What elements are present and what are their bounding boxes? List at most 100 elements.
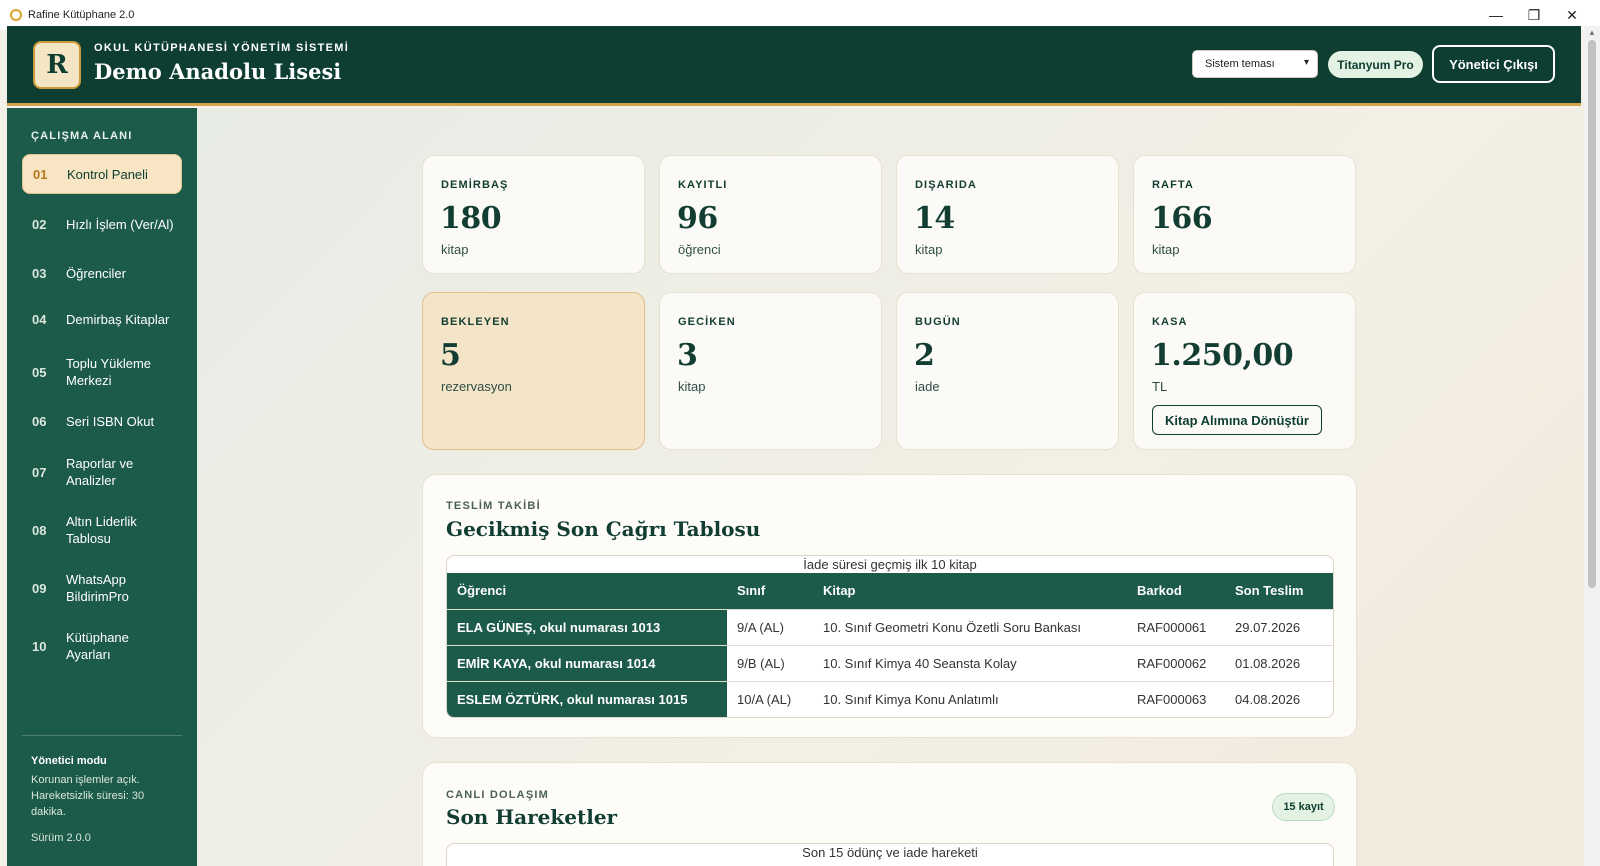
- sidebar-item-kontrol-paneli[interactable]: 01 Kontrol Paneli: [22, 154, 182, 194]
- cell-due-date: 29.07.2026: [1225, 608, 1333, 645]
- recent-eyebrow: CANLI DOLAŞIM: [446, 789, 549, 801]
- logo: R: [33, 41, 81, 89]
- sidebar-item-label: Hızlı İşlem (Ver/Al): [66, 216, 174, 232]
- sidebar-item-toplu-yukleme[interactable]: 05 Toplu Yükleme Merkezi: [22, 350, 182, 394]
- stat-label: RAFTA: [1152, 179, 1194, 191]
- theme-select[interactable]: Sistem teması ▾: [1192, 50, 1318, 78]
- admin-mode-note: Korunan işlemler açık. Hareketsizlik sür…: [31, 774, 145, 818]
- cell-barcode: RAF000062: [1127, 644, 1225, 681]
- sidebar-item-demirbas-kitaplar[interactable]: 04 Demirbaş Kitaplar: [22, 304, 182, 334]
- table-row[interactable]: ELA GÜNEŞ, okul numarası 1013 9/A (AL) 1…: [447, 608, 1333, 645]
- scroll-up-icon[interactable]: ▲: [1588, 28, 1596, 37]
- stat-value: 180: [440, 201, 502, 236]
- sidebar-item-whatsapp[interactable]: 09 WhatsApp BildirimPro: [22, 566, 182, 610]
- stat-unit: rezervasyon: [441, 379, 512, 394]
- cell-class: 9/A (AL): [727, 608, 813, 645]
- column-header-son-teslim[interactable]: Son Teslim: [1225, 573, 1333, 609]
- sidebar-item-hizli-islem[interactable]: 02 Hızlı İşlem (Ver/Al): [22, 202, 182, 246]
- column-header-kitap[interactable]: Kitap: [813, 573, 1127, 609]
- app-header: R OKUL KÜTÜPHANESİ YÖNETİM SİSTEMİ Demo …: [7, 26, 1581, 106]
- sidebar-item-number: 10: [32, 638, 47, 654]
- stat-label: KAYITLI: [678, 179, 728, 191]
- theme-select-value: Sistem teması: [1205, 58, 1275, 70]
- sidebar: ÇALIŞMA ALANI 01 Kontrol Paneli 02 Hızlı…: [7, 108, 197, 866]
- main-content: DEMİRBAŞ 180 kitap KAYITLI 96 öğrenci DI…: [197, 108, 1584, 866]
- sidebar-item-label: Toplu Yükleme Merkezi: [66, 356, 152, 388]
- sidebar-item-seri-isbn[interactable]: 06 Seri ISBN Okut: [22, 406, 182, 436]
- recent-caption: Son 15 ödünç ve iade hareketi: [802, 845, 978, 860]
- table-row[interactable]: ESLEM ÖZTÜRK, okul numarası 1015 10/A (A…: [447, 680, 1333, 717]
- cell-due-date: 04.08.2026: [1225, 680, 1333, 717]
- cell-barcode: RAF000061: [1127, 608, 1225, 645]
- license-badge: Titanyum Pro: [1328, 51, 1423, 78]
- sidebar-item-number: 06: [32, 413, 47, 429]
- window-title: Rafine Kütüphane 2.0: [28, 9, 135, 21]
- overdue-caption: İade süresi geçmiş ilk 10 kitap: [803, 557, 977, 572]
- stat-value: 2: [914, 338, 935, 373]
- school-name: Demo Anadolu Lisesi: [94, 59, 342, 84]
- stat-card-kayitli: KAYITLI 96 öğrenci: [659, 155, 882, 274]
- scrollbar-thumb[interactable]: [1588, 40, 1596, 588]
- sidebar-item-liderlik[interactable]: 08 Altın Liderlik Tablosu: [22, 508, 182, 552]
- app-icon: [10, 9, 22, 21]
- stat-label: KASA: [1152, 316, 1188, 328]
- sidebar-item-number: 04: [32, 311, 47, 327]
- sidebar-item-ayarlar[interactable]: 10 Kütüphane Ayarları: [22, 624, 182, 668]
- stat-value: 14: [914, 201, 955, 236]
- stat-unit: kitap: [678, 379, 706, 394]
- main-scrollbar[interactable]: ▲: [1584, 26, 1600, 866]
- stat-label: BEKLEYEN: [441, 316, 510, 328]
- stat-label: BUGÜN: [915, 316, 961, 328]
- convert-to-purchase-button[interactable]: Kitap Alımına Dönüştür: [1152, 405, 1322, 435]
- stat-card-demirbas: DEMİRBAŞ 180 kitap: [422, 155, 645, 274]
- sidebar-section-title: ÇALIŞMA ALANI: [31, 130, 133, 142]
- overdue-title: Gecikmiş Son Çağrı Tablosu: [446, 517, 761, 541]
- stat-card-bugun: BUGÜN 2 iade: [896, 292, 1119, 450]
- table-row[interactable]: EMİR KAYA, okul numarası 1014 9/B (AL) 1…: [447, 644, 1333, 681]
- sidebar-item-number: 08: [32, 522, 47, 538]
- stat-unit: öğrenci: [678, 242, 721, 257]
- stat-card-disarida: DIŞARIDA 14 kitap: [896, 155, 1119, 274]
- column-header-sinif[interactable]: Sınıf: [727, 573, 813, 609]
- cell-book: 10. Sınıf Geometri Konu Özetli Soru Bank…: [813, 608, 1127, 645]
- stat-unit: kitap: [915, 242, 943, 257]
- stat-label: DEMİRBAŞ: [441, 179, 509, 191]
- cell-student: EMİR KAYA, okul numarası 1014: [447, 644, 727, 681]
- recent-activity-panel: CANLI DOLAŞIM Son Hareketler 15 kayıt So…: [422, 762, 1357, 866]
- sidebar-divider: [22, 735, 182, 736]
- stat-value: 96: [677, 201, 718, 236]
- stat-value: 5: [440, 338, 461, 373]
- sidebar-item-number: 03: [32, 265, 47, 281]
- sidebar-item-label: Seri ISBN Okut: [66, 413, 155, 429]
- record-count-badge: 15 kayıt: [1272, 793, 1335, 821]
- sidebar-item-number: 05: [32, 364, 47, 380]
- table-header-row: Öğrenci Sınıf Kitap Barkod Son Teslim: [447, 573, 1333, 609]
- stat-unit: kitap: [1152, 242, 1180, 257]
- sidebar-item-raporlar[interactable]: 07 Raporlar ve Analizler: [22, 450, 182, 494]
- cell-due-date: 01.08.2026: [1225, 644, 1333, 681]
- stat-unit: TL: [1152, 379, 1168, 394]
- cell-class: 9/B (AL): [727, 644, 813, 681]
- recent-table: Son 15 ödünç ve iade hareketi: [446, 843, 1334, 866]
- sidebar-item-label: Demirbaş Kitaplar: [66, 311, 170, 327]
- cell-student: ESLEM ÖZTÜRK, okul numarası 1015: [447, 680, 727, 717]
- admin-mode-title: Yönetici modu: [31, 755, 107, 767]
- sidebar-item-number: 07: [32, 464, 47, 480]
- cell-student: ELA GÜNEŞ, okul numarası 1013: [447, 608, 727, 645]
- column-header-ogrenci[interactable]: Öğrenci: [447, 573, 727, 609]
- chevron-down-icon: ▾: [1303, 57, 1309, 68]
- stat-card-kasa: KASA 1.250,00 TL Kitap Alımına Dönüştür: [1133, 292, 1356, 450]
- sidebar-item-label: Kontrol Paneli: [67, 166, 148, 182]
- cell-book: 10. Sınıf Kimya 40 Seansta Kolay: [813, 644, 1127, 681]
- cell-book: 10. Sınıf Kimya Konu Anlatımlı: [813, 680, 1127, 717]
- column-header-barkod[interactable]: Barkod: [1127, 573, 1225, 609]
- version-label: Sürüm 2.0.0: [31, 832, 91, 844]
- sidebar-item-ogrenciler[interactable]: 03 Öğrenciler: [22, 258, 182, 288]
- stat-card-bekleyen: BEKLEYEN 5 rezervasyon: [422, 292, 645, 450]
- logout-button[interactable]: Yönetici Çıkışı: [1432, 45, 1555, 83]
- sidebar-item-number: 02: [32, 216, 47, 232]
- stat-label: GECİKEN: [678, 316, 736, 328]
- recent-title: Son Hareketler: [446, 805, 618, 829]
- sidebar-item-label: WhatsApp BildirimPro: [66, 572, 129, 604]
- sidebar-item-label: Altın Liderlik Tablosu: [66, 514, 137, 546]
